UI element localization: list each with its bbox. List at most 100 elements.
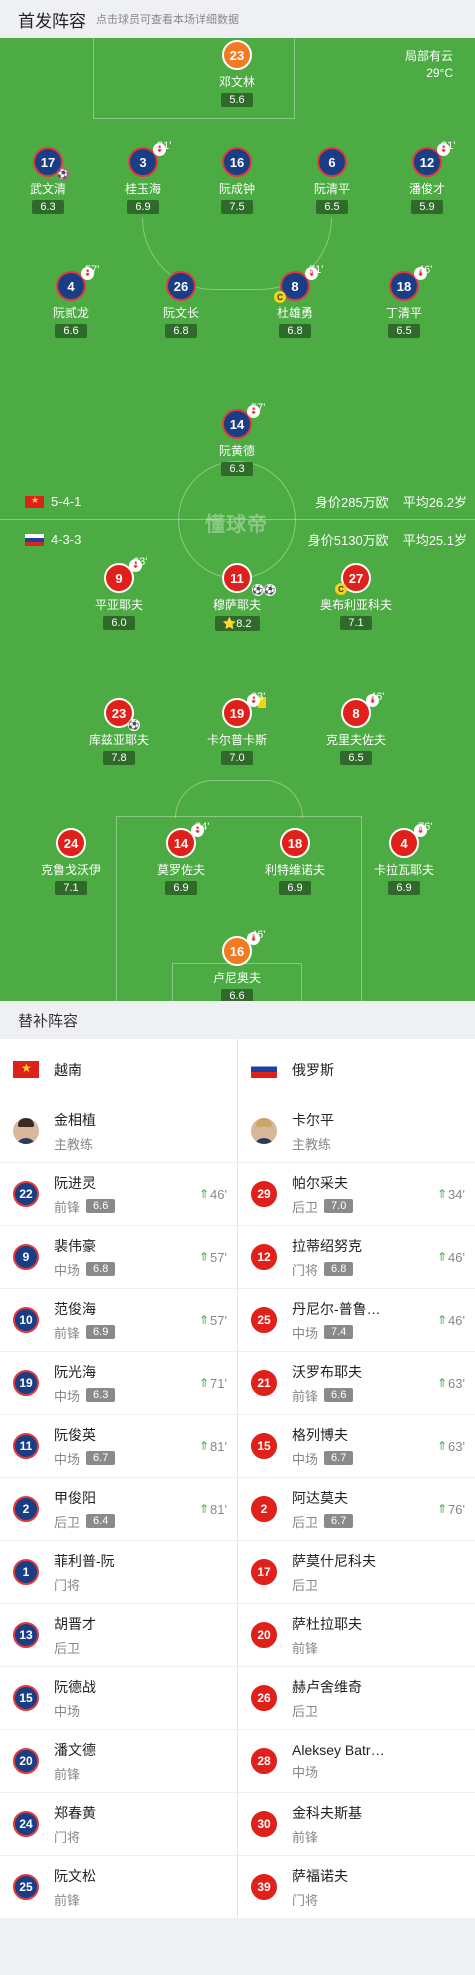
player-rating: 6.8: [279, 324, 311, 338]
sub-player-row[interactable]: 25 丹尼尔-普鲁… 中场 7.4 ⇑ 46': [238, 1288, 475, 1351]
sub-player-rating: 6.9: [86, 1325, 116, 1339]
player-rating: 6.8: [165, 324, 197, 338]
sub-player-row[interactable]: 19 阮光海 中场 6.3 ⇑ 71': [0, 1351, 237, 1414]
sub-player-row[interactable]: 11 阮俊英 中场 6.7 ⇑ 81': [0, 1414, 237, 1477]
player-ru-gk[interactable]: 16 ⬇ 46' 卢尼奥夫 6.6: [189, 929, 285, 1001]
player-vn-f1[interactable]: 14 ⬇ 57' 阮黄德 6.3: [189, 402, 285, 477]
ru-avg-age: 平均25.1岁: [402, 533, 467, 548]
player-rating: 6.0: [103, 616, 135, 630]
sub-player-name: 郑春黄: [54, 1804, 96, 1821]
sub-player-name: 潘文德: [54, 1741, 96, 1758]
sub-player-row[interactable]: 2 甲俊阳 后卫 6.4 ⇑ 81': [0, 1477, 237, 1540]
sub-player-name: 菲利普-阮: [54, 1552, 115, 1569]
ru-coach[interactable]: 卡尔平 主教练: [238, 1100, 475, 1162]
sub-player-row[interactable]: 25 阮文松 前锋: [0, 1855, 237, 1918]
sub-player-rating: 6.7: [324, 1514, 354, 1528]
sub-player-row[interactable]: 17 萨莫什尼科夫 后卫: [238, 1540, 475, 1603]
player-vn-m3[interactable]: 8 ⬇ C 71' 杜雄勇 6.8: [247, 264, 343, 339]
player-vn-d3[interactable]: 16 阮成钟 7.5: [189, 147, 285, 215]
sub-player-position: 前锋: [54, 1892, 81, 1908]
player-ru-f2[interactable]: 11 ⚽ ⚽ 穆萨耶夫 ⭐8.2: [189, 563, 285, 632]
player-rating: 6.9: [279, 881, 311, 895]
sub-minute: 76': [418, 821, 433, 833]
sub-player-row[interactable]: 15 阮德战 中场: [0, 1666, 237, 1729]
sub-minute: 81': [441, 140, 456, 152]
sub-player-row[interactable]: 1 菲利普-阮 门将: [0, 1540, 237, 1603]
player-rating: 6.6: [221, 989, 253, 1001]
sub-player-row[interactable]: 20 潘文德 前锋: [0, 1729, 237, 1792]
sub-player-position: 后卫: [54, 1640, 81, 1656]
sub-player-row[interactable]: 22 阮进灵 前锋 6.6 ⇑ 46': [0, 1162, 237, 1225]
star-icon: ⭐: [222, 618, 237, 630]
ru-subs-list: 29 帕尔采夫 后卫 7.0 ⇑ 34' 12 拉蒂绍努克 门将 6.8 ⇑ 46' 25 丹尼尔-普鲁……: [238, 1162, 475, 1918]
player-ru-d3[interactable]: 18 利特维诺夫 6.9: [247, 828, 343, 896]
vn-subs-column: 越南 金相植 主教练 22阮进灵前锋6.6⇑46'9裴伟豪中场6.8⇑57'10…: [0, 1039, 237, 1918]
player-number-badge: 9: [13, 1244, 39, 1270]
vn-team-summary: 5-4-1 身价285万欧平均26.2岁: [25, 492, 467, 511]
sub-player-rating: 6.7: [86, 1451, 116, 1465]
player-ru-d2[interactable]: 14 ⬇ 34' 莫罗佐夫 6.9: [133, 821, 229, 896]
sub-in-time: ⇑ 57': [198, 1249, 227, 1265]
sub-minute: 46': [251, 929, 266, 941]
sub-player-row[interactable]: 26 赫卢舍维奇 后卫: [238, 1666, 475, 1729]
player-ru-d4[interactable]: 4 ⬇ 76' 卡拉瓦耶夫 6.9: [356, 821, 452, 896]
player-vn-d2[interactable]: 3 ⬇ 81' 桂玉海 6.9: [95, 140, 191, 215]
sub-player-row[interactable]: 29 帕尔采夫 后卫 7.0 ⇑ 34': [238, 1162, 475, 1225]
coach-avatar: [251, 1118, 277, 1144]
player-number-badge: 30: [251, 1811, 277, 1837]
sub-player-name: 萨杜拉耶夫: [292, 1615, 362, 1632]
sub-in-time: ⇑ 81': [198, 1501, 227, 1517]
sub-player-row[interactable]: 10 范俊海 前锋 6.9 ⇑ 57': [0, 1288, 237, 1351]
player-ru-d1[interactable]: 24 克鲁戈沃伊 7.1: [23, 828, 119, 896]
sub-in-icon: ⇑: [198, 1187, 210, 1201]
player-number-badge: 39: [251, 1874, 277, 1900]
player-number-badge: 1: [13, 1559, 39, 1585]
player-vn-m4[interactable]: 18 ⬇ 46' 丁清平 6.5: [356, 264, 452, 339]
player-vn-m1[interactable]: 4 ⬇ 57' 阮贰龙 6.6: [23, 264, 119, 339]
sub-player-name: 金科夫斯基: [292, 1804, 362, 1821]
sub-player-name: 拉蒂绍努克: [292, 1237, 362, 1254]
sub-player-row[interactable]: 15 格列博夫 中场 6.7 ⇑ 63': [238, 1414, 475, 1477]
sub-player-row[interactable]: 39 萨福诺夫 门将: [238, 1855, 475, 1918]
sub-player-position: 后卫: [292, 1514, 319, 1530]
player-ru-m1[interactable]: 23 ⚽ 库兹亚耶夫 7.8: [71, 698, 167, 766]
player-vn-m2[interactable]: 26 阮文长 6.8: [133, 271, 229, 339]
sub-player-row[interactable]: 30 金科夫斯基 前锋: [238, 1792, 475, 1855]
player-rating: 7.0: [221, 751, 253, 765]
bottom-arc: [175, 780, 303, 818]
player-vn-d5[interactable]: 12 ⬇ 81' 潘俊才 5.9: [379, 140, 475, 215]
sub-player-row[interactable]: 13 胡晋才 后卫: [0, 1603, 237, 1666]
sub-player-name: 阮德战: [54, 1678, 96, 1695]
sub-player-name: 甲俊阳: [54, 1489, 96, 1506]
sub-player-rating: 6.7: [324, 1451, 354, 1465]
sub-player-row[interactable]: 12 拉蒂绍努克 门将 6.8 ⇑ 46': [238, 1225, 475, 1288]
player-rating: 6.3: [32, 200, 64, 214]
sub-player-row[interactable]: 20 萨杜拉耶夫 前锋: [238, 1603, 475, 1666]
sub-player-row[interactable]: 2 阿达莫夫 后卫 6.7 ⇑ 76': [238, 1477, 475, 1540]
sub-player-row[interactable]: 9 裴伟豪 中场 6.8 ⇑ 57': [0, 1225, 237, 1288]
player-vn-gk[interactable]: 23 邓文林 5.6: [189, 40, 285, 108]
sub-in-time: ⇑ 46': [436, 1312, 465, 1328]
sub-player-position: 中场: [292, 1764, 319, 1780]
player-ru-f1[interactable]: 9 ⬇ 63' 平亚耶夫 6.0: [71, 556, 167, 631]
player-ru-f3[interactable]: 27 C 奥布利亚科夫 7.1: [308, 563, 404, 631]
player-ru-m2[interactable]: 19 ⬇ 63' 卡尔普卡斯 7.0: [189, 691, 285, 766]
player-number-badge: 15: [251, 1433, 277, 1459]
sub-player-position: 中场: [292, 1451, 319, 1467]
player-rating: 6.6: [55, 324, 87, 338]
player-number-badge: 28: [251, 1748, 277, 1774]
sub-player-row[interactable]: 21 沃罗布耶夫 前锋 6.6 ⇑ 63': [238, 1351, 475, 1414]
player-ru-m3[interactable]: 8 ⬇ 46' 克里夫佐夫 6.5: [308, 691, 404, 766]
player-vn-d1[interactable]: 17 ⚽ 武文清 6.3: [0, 147, 96, 215]
russia-flag-icon: [25, 533, 44, 546]
vn-coach[interactable]: 金相植 主教练: [0, 1100, 237, 1162]
sub-player-position: 中场: [292, 1325, 319, 1341]
player-rating: 6.3: [221, 462, 253, 476]
assist-icon: ⚽: [264, 584, 276, 596]
sub-player-row[interactable]: 24 郑春黄 门将: [0, 1792, 237, 1855]
player-vn-d4[interactable]: 6 阮清平 6.5: [284, 147, 380, 215]
player-rating: ⭐8.2: [214, 616, 260, 631]
sub-in-time: ⇑ 34': [436, 1186, 465, 1202]
ru-formation: 4-3-3: [51, 532, 82, 547]
sub-player-row[interactable]: 28 Aleksey Batr… 中场: [238, 1729, 475, 1792]
